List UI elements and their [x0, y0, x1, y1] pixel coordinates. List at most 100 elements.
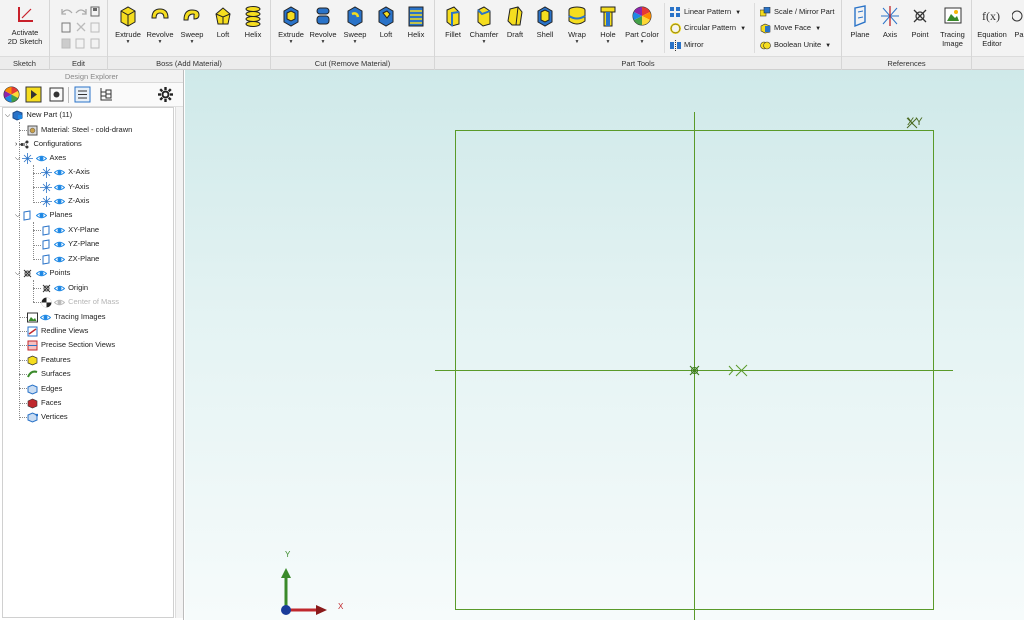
wrap-button[interactable]: Wrap ▼ [561, 4, 593, 45]
point-icon [913, 9, 927, 23]
eye-icon[interactable] [35, 153, 47, 164]
tree-item-precise-section-views[interactable]: Precise Section Views [27, 338, 115, 352]
scale-mirror-part-button[interactable]: Scale / Mirror Part [760, 5, 834, 19]
collapse-caret-icon[interactable]: ⌵ [15, 212, 20, 219]
fillet-button[interactable]: Fillet [438, 4, 468, 39]
activate-2d-sketch-button[interactable]: Activate 2D Sketch [2, 4, 48, 46]
tree-item-edges[interactable]: Edges [27, 382, 62, 396]
tree-item-y-axis[interactable]: Y-Axis [41, 180, 89, 194]
zx-plane-label: ZX-Plane [68, 254, 100, 264]
eye-icon[interactable] [54, 225, 66, 236]
tree-item-center-of-mass[interactable]: Center of Mass [41, 295, 119, 309]
move-face-button[interactable]: Move Face ▼ [760, 21, 821, 35]
eye-icon[interactable] [35, 268, 47, 279]
eye-icon[interactable] [35, 210, 47, 221]
play-icon[interactable] [25, 86, 42, 103]
boss-sweep-button[interactable]: Sweep ▼ [176, 4, 208, 45]
explorer-scrollbar[interactable] [175, 107, 183, 618]
tree-view-icon[interactable] [98, 86, 115, 103]
tree-item-x-axis[interactable]: X-Axis [41, 165, 90, 179]
tree-item-xy-plane[interactable]: XY-Plane [41, 223, 99, 237]
boss-helix-button[interactable]: Helix [238, 4, 268, 39]
boss-extrude-icon [120, 6, 136, 27]
equation-editor-button[interactable]: f(x) Equation Editor [975, 4, 1009, 48]
collapse-caret-icon[interactable]: ⌵ [5, 112, 10, 119]
activate-label-2: 2D Sketch [7, 37, 43, 46]
tree-item-origin[interactable]: Origin [41, 281, 88, 295]
boss-group: Extrude ▼ Revolve ▼ Sweep ▼ Loft Helix Boss… [108, 0, 271, 70]
draft-button[interactable]: Draft [500, 4, 530, 39]
cut-helix-button[interactable]: Helix [401, 4, 431, 39]
tree-item-root[interactable]: ⌵ New Part (11) [5, 108, 72, 122]
planes-label: Planes [49, 210, 73, 220]
tree-item-tracing-images[interactable]: Tracing Images [27, 310, 106, 324]
tracing-image-button[interactable]: Tracing Image [935, 4, 970, 48]
tree-item-vertices[interactable]: Vertices [27, 410, 68, 424]
tree-item-configurations[interactable]: › Configurations [15, 137, 82, 151]
z-axis-label: Z-Axis [68, 196, 90, 206]
expand-caret-icon[interactable]: › [15, 141, 17, 148]
tree-item-surfaces[interactable]: Surfaces [27, 367, 71, 381]
part-color-button[interactable]: Part Color ▼ [623, 4, 661, 45]
eye-icon[interactable] [54, 239, 66, 250]
eye-icon[interactable] [40, 312, 52, 323]
modeling-canvas[interactable]: XY Y X [185, 70, 1024, 620]
tree-item-yz-plane[interactable]: YZ-Plane [41, 237, 99, 251]
boss-revolve-button[interactable]: Revolve ▼ [144, 4, 176, 45]
ribbon: Activate 2D Sketch Sketch Edit Extrude▼ [0, 0, 1024, 70]
partial-tool-button[interactable]: Pa [1012, 4, 1024, 39]
reference-axis-button[interactable]: Axis [875, 4, 905, 39]
surfaces-icon [27, 370, 38, 377]
tree-item-zx-plane[interactable]: ZX-Plane [41, 252, 99, 266]
collapse-caret-icon[interactable]: ⌵ [15, 155, 20, 162]
eye-icon[interactable] [54, 167, 66, 178]
cut-group-label: Cut (Remove Material) [271, 56, 434, 69]
color-wheel-icon[interactable] [3, 86, 20, 103]
tree-item-planes[interactable]: ⌵ Planes [15, 208, 72, 222]
reference-point-button[interactable]: Point [905, 4, 935, 39]
eye-icon[interactable] [54, 254, 66, 265]
eye-icon[interactable] [54, 182, 66, 193]
eye-icon[interactable] [54, 196, 66, 207]
cut-revolve-button[interactable]: Revolve ▼ [307, 4, 339, 45]
circular-pattern-button[interactable]: Circular Pattern ▼ [670, 21, 746, 35]
cut-sweep-button[interactable]: Sweep ▼ [339, 4, 371, 45]
hole-label: Hole [600, 30, 616, 39]
tree-item-faces[interactable]: Faces [27, 396, 61, 410]
settings-box-icon[interactable] [48, 86, 65, 103]
collapse-caret-icon[interactable]: ⌵ [15, 270, 20, 277]
cut-group: Extrude ▼ Revolve ▼ Sweep ▼ Loft Helix Cut … [271, 0, 435, 70]
eye-icon[interactable] [54, 283, 66, 294]
gear-icon[interactable] [157, 86, 174, 103]
shell-button[interactable]: Shell [530, 4, 560, 39]
linear-pattern-button[interactable]: Linear Pattern ▼ [670, 5, 741, 19]
boss-loft-button[interactable]: Loft [208, 4, 238, 39]
tree-item-axes[interactable]: ⌵ Axes [15, 151, 66, 165]
cut-extrude-button[interactable]: Extrude ▼ [275, 4, 307, 45]
tree-item-z-axis[interactable]: Z-Axis [41, 194, 89, 208]
boss-helix-label: Helix [244, 30, 262, 39]
boss-extrude-button[interactable]: Extrude ▼ [112, 4, 144, 45]
tree-item-features[interactable]: Features [27, 353, 71, 367]
cut-loft-button[interactable]: Loft [371, 4, 401, 39]
move-face-label: Move Face [774, 23, 812, 32]
xy-plane-label: XY-Plane [68, 225, 100, 235]
chamfer-icon [477, 6, 491, 27]
boolean-unite-button[interactable]: Boolean Unite ▼ [760, 38, 831, 52]
wrap-icon [568, 6, 586, 25]
view-list-icon[interactable] [74, 86, 91, 103]
hole-button[interactable]: Hole ▼ [593, 4, 623, 45]
reference-plane-button[interactable]: Plane [845, 4, 875, 39]
chamfer-button[interactable]: Chamfer ▼ [468, 4, 500, 45]
origin-marker[interactable] [689, 365, 700, 376]
precise-section-views-label: Precise Section Views [41, 340, 116, 350]
part-color-label: Part Color [625, 30, 659, 39]
eye-hidden-icon[interactable] [54, 297, 66, 308]
partial-tool-icon [1012, 10, 1023, 22]
tree-item-points[interactable]: ⌵ Points [15, 266, 70, 280]
tree-item-redline-views[interactable]: Redline Views [27, 324, 88, 338]
tree-item-material[interactable]: Material: Steel - cold-drawn [27, 123, 132, 137]
mirror-button[interactable]: Mirror [670, 38, 704, 52]
tree-root-label: New Part (11) [26, 110, 73, 120]
equation-group-label [972, 56, 1024, 69]
